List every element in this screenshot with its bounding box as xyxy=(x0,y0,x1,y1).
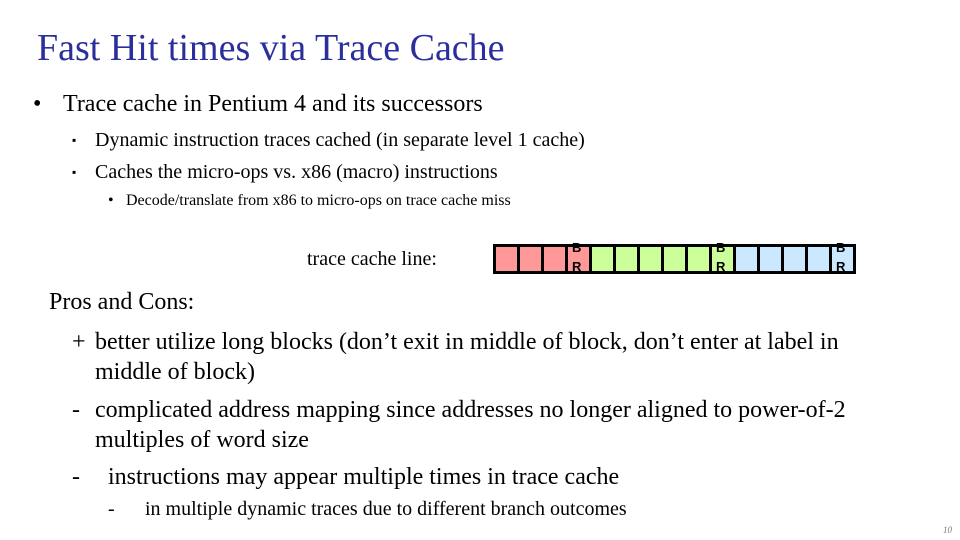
trace-cell xyxy=(592,247,616,271)
bullet-level1: • Trace cache in Pentium 4 and its succes… xyxy=(33,91,483,118)
bullet-marker: • xyxy=(108,192,114,209)
trace-cell xyxy=(640,247,664,271)
branch-label: BR xyxy=(716,240,726,274)
item-marker: + xyxy=(72,329,86,355)
trace-cell xyxy=(520,247,544,271)
item-text: instructions may appear multiple times i… xyxy=(108,464,620,490)
slide-title: Fast Hit times via Trace Cache xyxy=(37,27,505,69)
trace-cell-branch: BR xyxy=(568,240,592,274)
item-continuation: multiples of word size xyxy=(95,427,309,453)
item-text: complicated address mapping since addres… xyxy=(95,397,846,423)
item-marker: - xyxy=(72,397,80,423)
trace-cell xyxy=(544,247,568,271)
con-subitem: - in multiple dynamic traces due to diffe… xyxy=(108,498,627,521)
trace-cell xyxy=(736,247,760,271)
branch-label: BR xyxy=(836,240,846,274)
bullet-text: Decode/translate from x86 to micro-ops o… xyxy=(126,192,511,209)
trace-cell-branch: BR xyxy=(832,240,853,274)
bullet-level3: • Decode/translate from x86 to micro-ops … xyxy=(108,192,511,210)
bullet-marker: ▪ xyxy=(72,165,77,179)
item-marker: - xyxy=(108,498,115,520)
trace-cell xyxy=(808,247,832,271)
branch-label: BR xyxy=(572,240,582,274)
trace-cache-line-label: trace cache line: xyxy=(307,248,437,270)
trace-cell xyxy=(616,247,640,271)
item-marker: - xyxy=(72,464,80,490)
con-item: - complicated address mapping since addre… xyxy=(72,395,846,425)
item-text: better utilize long blocks (don’t exit i… xyxy=(95,329,839,355)
item-continuation: middle of block) xyxy=(95,359,255,385)
trace-cell xyxy=(688,247,712,271)
bullet-text: Trace cache in Pentium 4 and its success… xyxy=(63,91,483,117)
trace-cell-branch: BR xyxy=(712,240,736,274)
bullet-marker: • xyxy=(33,91,42,117)
bullet-level2: ▪ Caches the micro-ops vs. x86 (macro) in… xyxy=(72,161,498,184)
pros-cons-title: Pros and Cons: xyxy=(49,289,195,315)
trace-cell xyxy=(760,247,784,271)
bullet-text: Dynamic instruction traces cached (in se… xyxy=(95,129,585,151)
pro-item: + better utilize long blocks (don’t exit … xyxy=(72,327,839,357)
item-text: in multiple dynamic traces due to differ… xyxy=(145,498,627,520)
trace-cell xyxy=(784,247,808,271)
trace-cache-line-diagram: BR BR BR xyxy=(493,240,856,274)
bullet-level2: ▪ Dynamic instruction traces cached (in s… xyxy=(72,129,585,152)
trace-cell xyxy=(496,247,520,271)
bullet-text: Caches the micro-ops vs. x86 (macro) ins… xyxy=(95,161,498,183)
trace-cell xyxy=(664,247,688,271)
bullet-marker: ▪ xyxy=(72,133,77,147)
page-number: 10 xyxy=(943,525,952,535)
con-item: - instructions may appear multiple times … xyxy=(72,462,619,492)
